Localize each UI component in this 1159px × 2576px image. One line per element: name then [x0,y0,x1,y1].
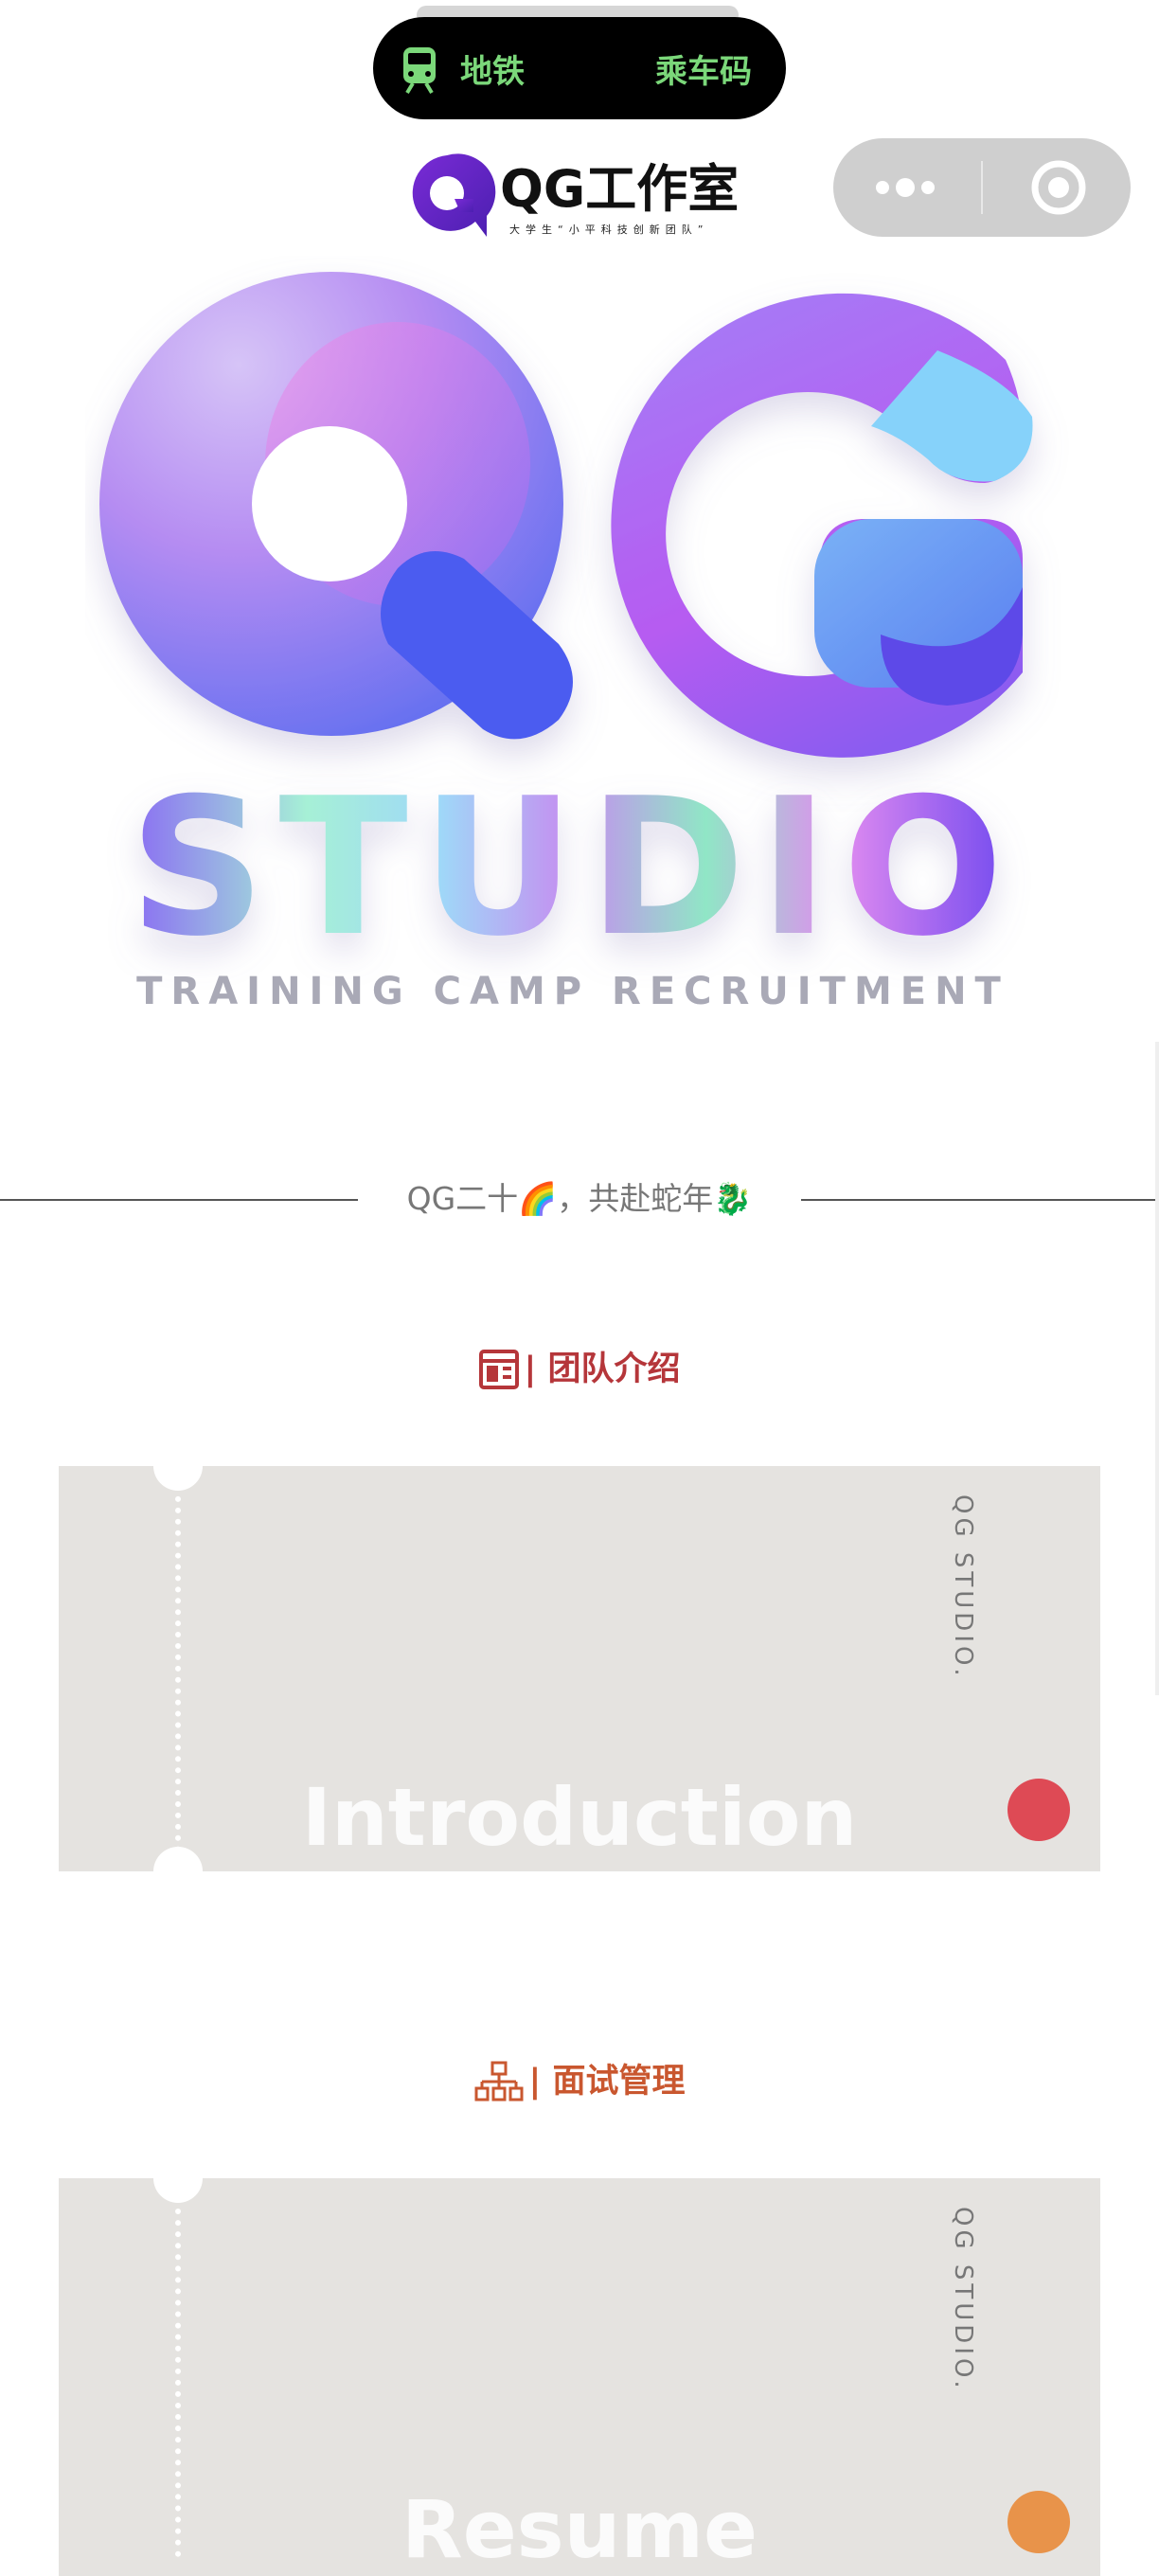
card-vertical-label: QG STUDIO. [949,2207,987,2392]
card-vertical-label: QG STUDIO. [949,1494,987,1680]
section-title-text: | 团队介绍 [524,1351,681,1388]
slogan-divider-right [801,1199,1159,1201]
card-accent-dot [1007,1779,1070,1841]
layout-icon [478,1350,519,1389]
resume-card[interactable]: QG STUDIO. Resume [59,2178,1100,2576]
train-icon [403,47,436,95]
logo-tagline: 大学生“小平科技创新团队” [509,223,708,236]
card-vertical-text: QG STUDIO. [949,1494,977,1680]
scroll-edge [1155,1042,1159,1695]
more-button[interactable] [833,138,981,237]
card-title: Resume [401,2483,758,2576]
qg-logo: QG工作室 大学生“小平科技创新团队” [412,153,739,237]
slogan-divider-left [0,1199,358,1201]
metro-label: 地铁 [460,53,525,91]
hero-subtitle: TRAINING CAMP RECRUITMENT [136,970,1009,1013]
hero-studio-word: STUDIO [129,758,1016,978]
logo-text: QG工作室 [500,159,739,219]
metro-pill[interactable]: 地铁 乘车码 [373,17,786,119]
section-title-team-intro: | 团队介绍 [0,1345,1159,1393]
card-title: Introduction [301,1771,858,1864]
org-chart-icon [474,2061,524,2102]
ride-code-label[interactable]: 乘车码 [655,45,752,92]
slogan-text: QG二十🌈，共赴蛇年🐉 [406,1180,753,1217]
hero-letter-g [611,293,1033,758]
card-accent-dot [1007,2491,1070,2553]
hero-banner: STUDIO TRAINING CAMP RECRUITMENT [99,272,1033,1013]
hero-letter-q [99,272,573,740]
miniprogram-capsule [833,138,1131,237]
more-icon [876,178,935,197]
section-title-text: | 面试管理 [528,2063,686,2101]
section-title-interview-management: | 面试管理 [0,2057,1159,2105]
close-button[interactable] [983,138,1131,237]
card-vertical-text: QG STUDIO. [949,2207,977,2392]
target-icon [1031,160,1086,215]
introduction-card[interactable]: QG STUDIO. Introduction [59,1466,1100,1871]
